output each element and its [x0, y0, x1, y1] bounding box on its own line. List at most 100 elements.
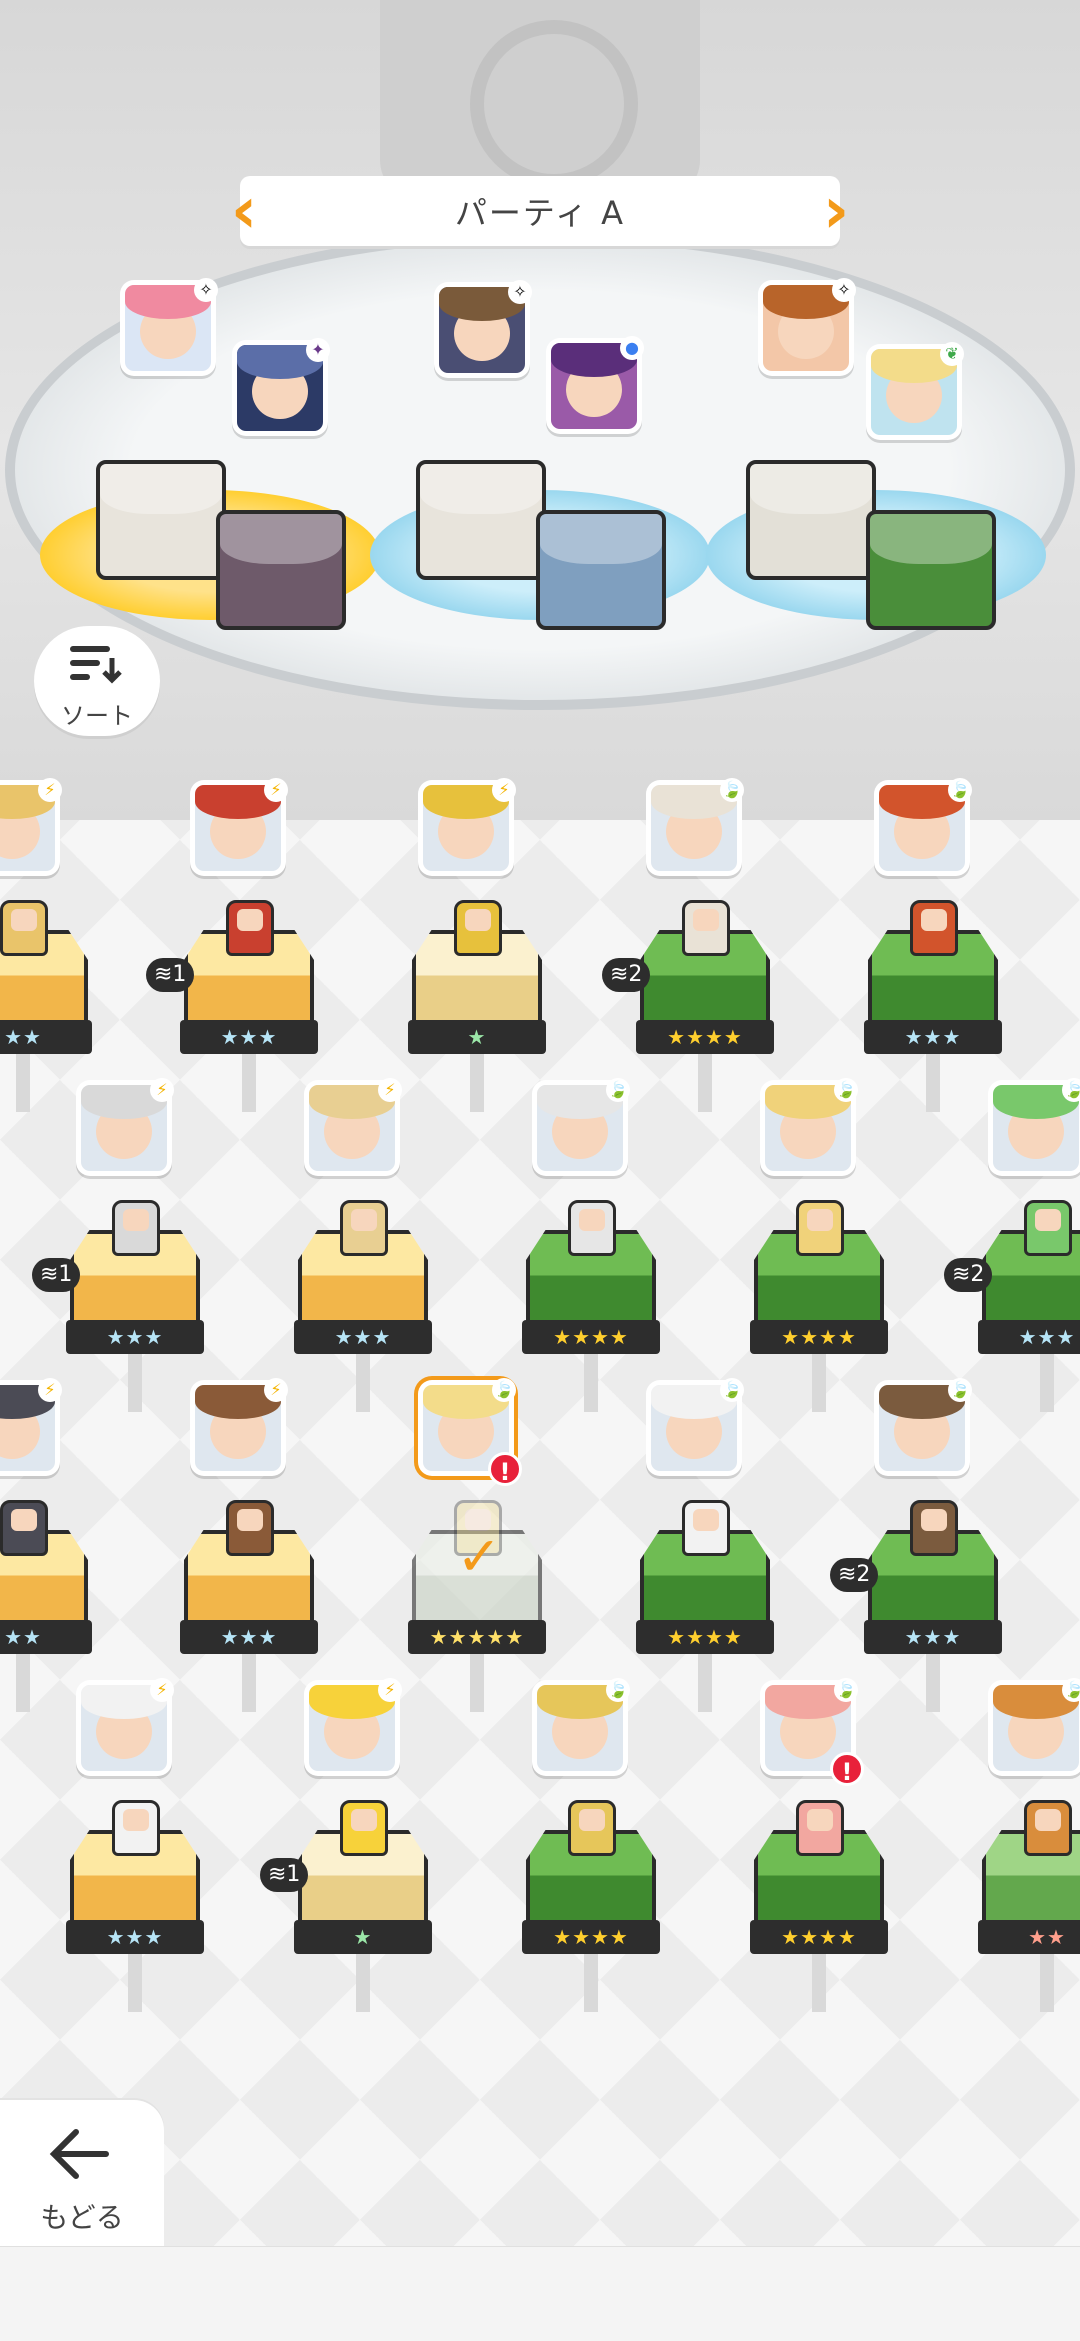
leaf-icon: 🍃 [1062, 1678, 1080, 1702]
character-sprite [682, 900, 730, 956]
sort-button[interactable]: ソート [34, 626, 160, 736]
character-card[interactable]: ⚡ ★★★ ≋1 [146, 778, 324, 1112]
party-member-portrait[interactable]: ✦ [232, 338, 330, 436]
character-portrait[interactable]: 🍃! [760, 1678, 864, 1786]
character-card[interactable]: ⚡ ★★ [0, 1378, 98, 1712]
character-portrait[interactable]: 🍃! [418, 1378, 522, 1486]
chevron-right-icon[interactable]: › [814, 176, 858, 246]
star-rating: ★★ [978, 1920, 1080, 1954]
star-rating: ★★★ [294, 1320, 432, 1354]
leaf-icon: 🍃 [606, 1678, 630, 1702]
character-portrait[interactable]: 🍃 [532, 1078, 630, 1176]
character-card[interactable]: ⚡ ★ ≋1 [260, 1678, 438, 2012]
party-title: パーティ A [454, 194, 626, 232]
card-stem [812, 1352, 826, 1412]
star-rating: ★★★★ [522, 1920, 660, 1954]
character-portrait[interactable]: ⚡ [76, 1078, 174, 1176]
character-portrait[interactable]: ⚡ [190, 778, 288, 876]
pedestal-front [416, 460, 546, 580]
character-sprite [682, 1500, 730, 1556]
card-stem [470, 1652, 484, 1712]
character-portrait[interactable]: ⚡ [190, 1378, 288, 1476]
character-portrait[interactable]: 🍃 [760, 1078, 858, 1176]
character-portrait[interactable]: 🍃 [646, 1378, 744, 1476]
character-card[interactable]: 🍃! ★★★★ [744, 1678, 894, 2012]
party-slot-3[interactable]: ✧ ❦ [706, 278, 1046, 630]
leaf-icon: 🍃 [948, 778, 972, 802]
leaf-icon: ❦ [940, 342, 964, 366]
chevron-left-icon[interactable]: ‹ [222, 176, 266, 246]
party-member-portrait[interactable]: ✧ [120, 278, 218, 376]
character-card[interactable]: 🍃 ★★★★ [516, 1678, 666, 2012]
character-sprite [796, 1800, 844, 1856]
character-portrait[interactable]: ⚡ [76, 1678, 174, 1776]
character-sprite [340, 1800, 388, 1856]
blue-dot-icon: ● [620, 336, 644, 360]
character-card[interactable]: ⚡ ★ [402, 778, 552, 1112]
pedestal-back [866, 510, 996, 630]
pedestal-back [216, 510, 346, 630]
character-card[interactable]: ⚡ ★★★ [174, 1378, 324, 1712]
character-card[interactable]: 🍃 ★★★ ≋2 [830, 1378, 1008, 1712]
lightning-icon: ⚡ [150, 1678, 174, 1702]
character-portrait[interactable]: ⚡ [418, 778, 516, 876]
star-rating: ★★ [0, 1020, 92, 1054]
duplicate-count-badge: ≋1 [32, 1258, 81, 1292]
character-sprite [454, 900, 502, 956]
character-card[interactable]: 🍃! ✓ ★★★★★ [402, 1378, 552, 1712]
dark-element-icon: ✦ [306, 338, 330, 362]
character-portrait[interactable]: ⚡ [0, 778, 62, 876]
party-member-portrait[interactable]: ● [546, 336, 644, 434]
character-card[interactable]: ⚡ ★★ [0, 778, 98, 1112]
party-slot-2[interactable]: ✧ ● [370, 280, 710, 630]
character-card[interactable]: 🍃 ★★★★ [744, 1078, 894, 1412]
character-card[interactable]: 🍃 ★★★★ [516, 1078, 666, 1412]
card-stem [812, 1952, 826, 2012]
card-stem [356, 1952, 370, 2012]
star-rating: ★★★ [864, 1020, 1002, 1054]
character-portrait[interactable]: 🍃 [646, 778, 744, 876]
star-rating: ★★★★★ [408, 1620, 546, 1654]
duplicate-count-badge: ≋1 [260, 1858, 309, 1892]
back-button[interactable]: もどる [0, 2100, 164, 2246]
party-slot-1[interactable]: ✧ ✦ [40, 278, 380, 630]
character-card[interactable]: 🍃 ★★ [972, 1678, 1080, 2012]
duplicate-count-badge: ≋2 [944, 1258, 993, 1292]
star-rating: ★★★★ [750, 1320, 888, 1354]
character-portrait[interactable]: 🍃 [532, 1678, 630, 1776]
character-card[interactable]: 🍃 ★★★ [858, 778, 1008, 1112]
character-portrait[interactable]: 🍃 [874, 1378, 972, 1476]
character-card[interactable]: 🍃 ★★★★ [630, 1378, 780, 1712]
leaf-icon: 🍃 [1062, 1078, 1080, 1102]
pedestal-back [536, 510, 666, 630]
character-card[interactable]: ⚡ ★★★ [60, 1678, 210, 2012]
star-rating: ★ [294, 1920, 432, 1954]
card-stem [356, 1352, 370, 1412]
party-member-portrait[interactable]: ❦ [866, 342, 964, 440]
character-portrait[interactable]: ⚡ [304, 1678, 402, 1776]
character-portrait[interactable]: 🍃 [988, 1678, 1080, 1776]
duplicate-count-badge: ≋2 [830, 1558, 879, 1592]
character-portrait[interactable]: 🍃 [988, 1078, 1080, 1176]
character-card[interactable]: 🍃 ★★★ ≋2 [944, 1078, 1080, 1412]
character-sprite [0, 1500, 48, 1556]
character-card[interactable]: ⚡ ★★★ ≋1 [32, 1078, 210, 1412]
leaf-icon: 🍃 [834, 1678, 858, 1702]
star-rating: ★★★ [180, 1020, 318, 1054]
star-rating: ★ [408, 1020, 546, 1054]
star-rating: ★★★ [978, 1320, 1080, 1354]
party-member-portrait[interactable]: ✧ [758, 278, 856, 376]
star-rating: ★★★ [180, 1620, 318, 1654]
character-portrait[interactable]: 🍃 [874, 778, 972, 876]
card-stem [926, 1652, 940, 1712]
pedestal-front [746, 460, 876, 580]
character-card[interactable]: 🍃 ★★★★ ≋2 [602, 778, 780, 1112]
sparkle-icon: ✧ [508, 280, 532, 304]
leaf-icon: 🍃 [834, 1078, 858, 1102]
sort-icon [70, 646, 122, 684]
character-portrait[interactable]: ⚡ [304, 1078, 402, 1176]
character-sprite [112, 1200, 160, 1256]
character-card[interactable]: ⚡ ★★★ [288, 1078, 438, 1412]
party-member-portrait[interactable]: ✧ [434, 280, 532, 378]
character-portrait[interactable]: ⚡ [0, 1378, 62, 1476]
